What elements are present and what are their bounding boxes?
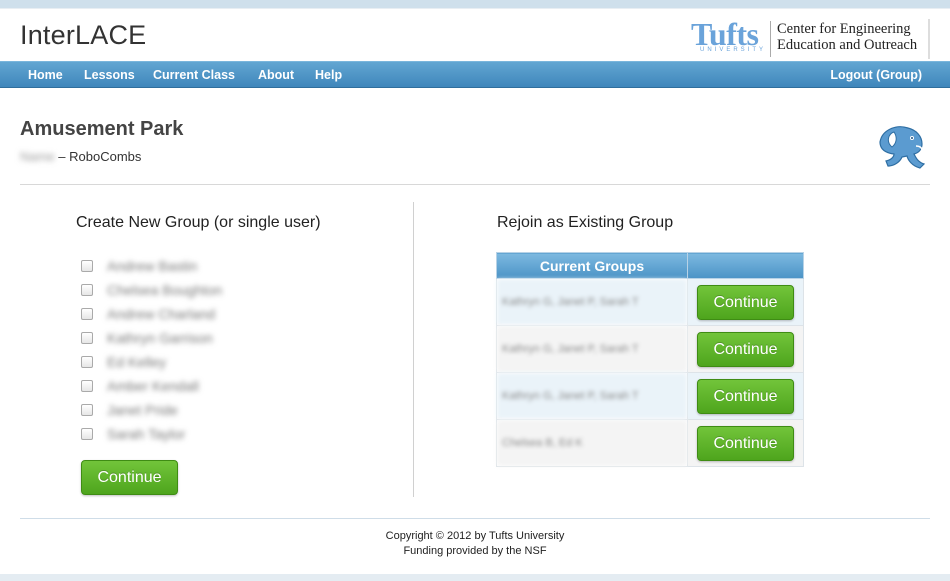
nav-current-class[interactable]: Current Class [153, 68, 235, 82]
rejoin-group-heading: Rejoin as Existing Group [497, 214, 674, 231]
user-row[interactable]: Janet Pride [81, 400, 178, 420]
group-members: Chelsea B, Ed K [496, 419, 688, 467]
nav-home[interactable]: Home [28, 68, 63, 82]
table-row: Kathryn G, Janet P, Sarah T Continue [496, 325, 804, 373]
user-row[interactable]: Kathryn Garrison [81, 328, 213, 348]
bottom-border [0, 574, 950, 581]
user-checkbox[interactable] [81, 260, 93, 272]
footer-divider [20, 518, 930, 519]
group-members: Kathryn G, Janet P, Sarah T [496, 325, 688, 373]
nav-lessons[interactable]: Lessons [84, 68, 135, 82]
header-divider [20, 184, 930, 185]
table-row: Kathryn G, Janet P, Sarah T Continue [496, 372, 804, 420]
logo-line-2: Education and Outreach [777, 37, 918, 53]
user-row[interactable]: Sarah Taylor [81, 424, 185, 444]
footer: Copyright © 2012 by Tufts University Fun… [0, 529, 950, 559]
table-row: Kathryn G, Janet P, Sarah T Continue [496, 278, 804, 326]
current-groups-header: Current Groups [496, 252, 688, 279]
nav-help[interactable]: Help [315, 68, 342, 82]
action-header [687, 252, 804, 279]
user-name: Chelsea Boughton [107, 282, 223, 298]
user-checkbox[interactable] [81, 332, 93, 344]
user-row[interactable]: Ed Kelley [81, 352, 166, 372]
current-groups-table: Current Groups Kathryn G, Janet P, Sarah… [496, 252, 804, 467]
user-name: Andrew Bastin [107, 258, 198, 274]
user-name: Kathryn Garrison [107, 330, 213, 346]
subtitle-separator: – [54, 149, 70, 164]
jumbo-elephant-icon [879, 126, 926, 169]
create-group-continue-button[interactable]: Continue [81, 460, 178, 495]
rejoin-continue-button[interactable]: Continue [697, 425, 794, 461]
create-group-heading: Create New Group (or single user) [76, 214, 321, 231]
rejoin-continue-button[interactable]: Continue [697, 331, 794, 367]
group-action-cell: Continue [687, 372, 804, 420]
logo-text: Center for Engineering Education and Out… [777, 21, 917, 53]
logo-separator [770, 21, 771, 57]
group-action-cell: Continue [687, 325, 804, 373]
user-checkbox[interactable] [81, 380, 93, 392]
logout-link[interactable]: Logout (Group) [830, 68, 922, 82]
funding-text: Funding provided by the NSF [403, 545, 547, 557]
copyright-text: Copyright © 2012 by Tufts University [385, 530, 565, 542]
group-members: Kathryn G, Janet P, Sarah T [496, 372, 688, 420]
logo-line-1: Center for Engineering [777, 21, 911, 37]
rejoin-continue-button[interactable]: Continue [697, 284, 794, 320]
user-name: Andrew Charland [107, 306, 216, 322]
rejoin-continue-button[interactable]: Continue [697, 378, 794, 414]
column-divider [413, 202, 414, 497]
main-nav: Home Lessons Current Class About Help Lo… [0, 61, 950, 88]
teacher-name: Name [20, 149, 55, 164]
app-title[interactable]: InterLACE [20, 20, 146, 51]
tufts-ceeo-logo[interactable]: Tufts UNIVERSITY Center for Engineering … [690, 16, 930, 59]
table-header-row: Current Groups [496, 252, 804, 279]
group-action-cell: Continue [687, 278, 804, 326]
user-checkbox[interactable] [81, 428, 93, 440]
user-name: Ed Kelley [107, 354, 167, 370]
nav-about[interactable]: About [258, 68, 294, 82]
group-action-cell: Continue [687, 419, 804, 467]
user-checkbox[interactable] [81, 356, 93, 368]
logo-university: UNIVERSITY [700, 47, 767, 53]
user-checkbox[interactable] [81, 284, 93, 296]
class-name: RoboCombs [69, 149, 142, 164]
user-row[interactable]: Andrew Charland [81, 304, 215, 324]
header: InterLACE Tufts UNIVERSITY Center for En… [0, 9, 950, 61]
user-row[interactable]: Chelsea Boughton [81, 280, 222, 300]
user-row[interactable]: Amber Kendall [81, 376, 199, 396]
group-members: Kathryn G, Janet P, Sarah T [496, 278, 688, 326]
logo-edge [928, 19, 930, 59]
user-row[interactable]: Andrew Bastin [81, 256, 197, 276]
page-title: Amusement Park [20, 118, 184, 140]
top-border [0, 0, 950, 8]
user-name: Amber Kendall [107, 378, 199, 394]
table-row: Chelsea B, Ed K Continue [496, 419, 804, 467]
user-name: Janet Pride [107, 402, 178, 418]
user-name: Sarah Taylor [107, 426, 186, 442]
class-subtitle: Name – RoboCombs [20, 149, 141, 164]
user-checkbox[interactable] [81, 404, 93, 416]
user-checkbox[interactable] [81, 308, 93, 320]
